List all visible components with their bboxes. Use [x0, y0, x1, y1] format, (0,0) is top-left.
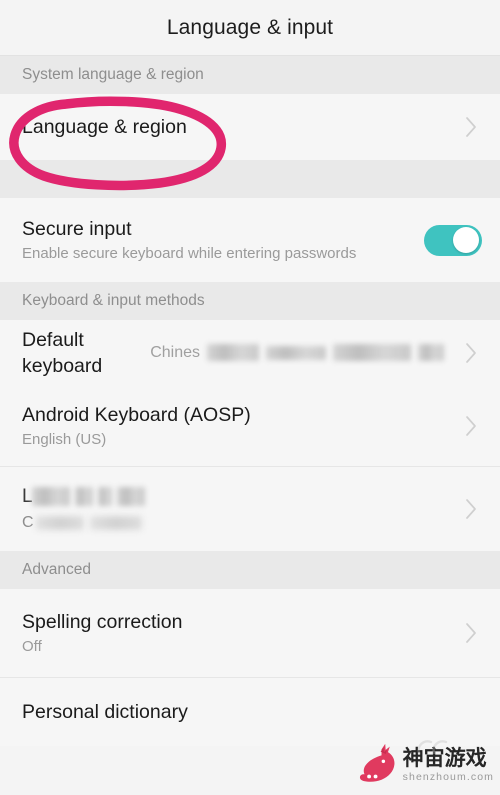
- redaction-block: [89, 515, 142, 530]
- redaction-block: [333, 344, 411, 362]
- row-content: Secure input Enable secure keyboard whil…: [22, 216, 416, 265]
- row-default-keyboard[interactable]: Default keyboard Chines: [0, 320, 500, 386]
- row-subtitle: C: [22, 513, 34, 531]
- row-title: Personal dictionary: [22, 701, 188, 723]
- section-header-label: Keyboard & input methods: [22, 292, 205, 309]
- row-personal-dictionary[interactable]: Personal dictionary: [0, 678, 500, 746]
- row-content: Default keyboard: [22, 327, 150, 379]
- row-content: L C: [22, 485, 454, 534]
- redaction-block: [97, 487, 112, 506]
- row-title: Spelling correction: [22, 610, 183, 633]
- row-title: Secure input: [22, 217, 132, 240]
- row-language-and-region[interactable]: Language & region: [0, 94, 500, 160]
- watermark-brand-url: shenzhoum.com: [402, 770, 494, 783]
- row-spelling-correction[interactable]: Spelling correction Off: [0, 589, 500, 677]
- redacted-title: L: [22, 485, 454, 509]
- row-subtitle: English (US): [22, 430, 107, 448]
- row-content: Personal dictionary: [22, 699, 482, 725]
- secure-input-toggle[interactable]: [424, 224, 482, 256]
- row-android-keyboard-aosp[interactable]: Android Keyboard (AOSP) English (US): [0, 386, 500, 466]
- section-header-keyboard-input-methods: Keyboard & input methods: [0, 282, 500, 320]
- row-redacted-input-method[interactable]: L C: [0, 467, 500, 551]
- redaction-block: [418, 344, 444, 362]
- row-title: Default keyboard: [22, 329, 103, 377]
- settings-screen: Language & input System language & regio…: [0, 0, 500, 795]
- chevron-right-icon: [460, 116, 482, 138]
- toggle-knob: [453, 227, 479, 253]
- row-value-text: Chines: [150, 343, 200, 361]
- titlebar: Language & input: [0, 0, 500, 56]
- unicorn-logo-icon: [359, 743, 395, 782]
- chevron-right-icon: [460, 415, 482, 437]
- redaction-block: [207, 344, 259, 362]
- section-header-label: Advanced: [22, 561, 91, 578]
- chevron-right-icon: [460, 498, 482, 520]
- redaction-block: [266, 345, 326, 360]
- row-value-redacted: Chines: [150, 344, 444, 362]
- row-subtitle: Enable secure keyboard while entering pa…: [22, 244, 357, 262]
- page-title: Language & input: [166, 15, 334, 39]
- section-gap-band: [0, 160, 500, 198]
- redaction-block: [31, 487, 70, 506]
- row-secure-input[interactable]: Secure input Enable secure keyboard whil…: [0, 198, 500, 282]
- row-title: L: [22, 485, 33, 507]
- watermark: 神宙游戏 shenzhoum.com: [358, 737, 494, 793]
- redacted-subtitle: C: [22, 512, 454, 534]
- row-title: Android Keyboard (AOSP): [22, 403, 251, 426]
- section-header-advanced: Advanced: [0, 551, 500, 589]
- redacted-value: Chines: [150, 344, 444, 362]
- row-title: Language & region: [22, 116, 187, 138]
- row-subtitle: Off: [22, 637, 42, 655]
- chevron-right-icon: [460, 342, 482, 364]
- section-header-system-language: System language & region: [0, 56, 500, 94]
- redaction-block: [116, 487, 145, 506]
- chevron-right-icon: [460, 622, 482, 644]
- redaction-block: [74, 487, 93, 506]
- row-content: Android Keyboard (AOSP) English (US): [22, 402, 454, 451]
- row-content: Language & region: [22, 114, 454, 140]
- watermark-arc-decoration: [417, 740, 448, 755]
- row-content: Spelling correction Off: [22, 609, 454, 658]
- section-header-label: System language & region: [22, 66, 204, 83]
- redaction-block: [35, 515, 84, 530]
